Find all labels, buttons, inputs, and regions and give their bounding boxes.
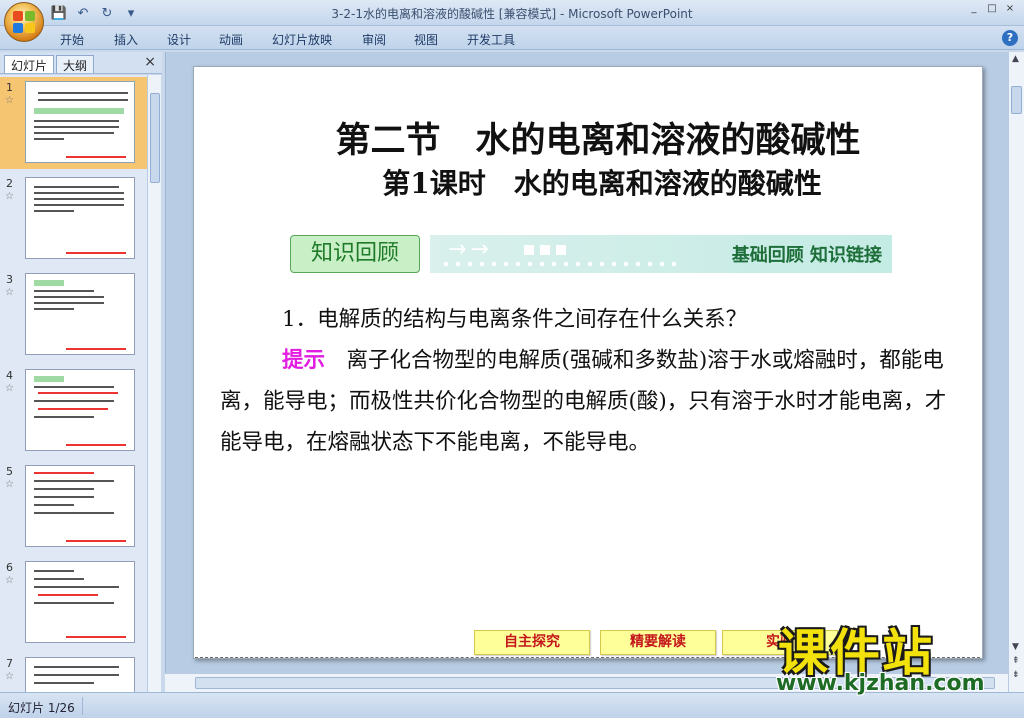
maximize-button[interactable]: □ bbox=[984, 2, 1000, 16]
close-pane-icon[interactable]: × bbox=[144, 54, 156, 70]
arrow-decoration-icon: →→ bbox=[448, 237, 493, 262]
scroll-up-icon[interactable]: ▲ bbox=[1012, 54, 1019, 64]
slide-counter: 幻灯片 1/26 bbox=[8, 701, 75, 715]
hint-text: 离子化合物型的电解质(强碱和多数盐)溶于水或熔融时，都能电离，能导电；而极性共价… bbox=[220, 348, 947, 455]
status-separator bbox=[82, 697, 83, 715]
slide-title: 第二节 水的电离和溶液的酸碱性 bbox=[335, 120, 861, 161]
tab-design[interactable]: 设计 bbox=[167, 31, 191, 48]
animation-star-icon: ☆ bbox=[5, 191, 14, 202]
slide-thumbnail-6[interactable]: 6 ☆ bbox=[0, 557, 147, 649]
next-slide-icon[interactable]: ⇟ bbox=[1012, 670, 1020, 680]
knowledge-review-label: 知识回顾 bbox=[290, 235, 420, 273]
slide-thumbnail-3[interactable]: 3 ☆ bbox=[0, 269, 147, 361]
editor-vertical-scrollbar[interactable]: ▲ ▼ ⇞ ⇟ bbox=[1008, 52, 1024, 692]
tab-animations[interactable]: 动画 bbox=[219, 31, 243, 48]
slides-pane-tabs: 幻灯片 大纲 × bbox=[0, 52, 162, 74]
close-button[interactable]: × bbox=[1002, 2, 1018, 16]
minimize-button[interactable]: _ bbox=[966, 2, 982, 16]
office-button[interactable] bbox=[4, 2, 44, 42]
key-points-button[interactable]: 精要解读 bbox=[600, 630, 716, 655]
animation-star-icon: ☆ bbox=[5, 287, 14, 298]
slide-preview bbox=[25, 465, 135, 547]
square-decoration-icon bbox=[524, 245, 566, 255]
slide-preview bbox=[25, 657, 135, 692]
slide-number: 6 bbox=[6, 561, 13, 574]
window-title: 3-2-1水的电离和溶液的酸碱性 [兼容模式] - Microsoft Powe… bbox=[331, 7, 693, 21]
self-study-button[interactable]: 自主探究 bbox=[474, 630, 590, 655]
tab-home[interactable]: 开始 bbox=[60, 31, 84, 48]
slide-number: 4 bbox=[6, 369, 13, 382]
slide-preview bbox=[25, 561, 135, 643]
tab-review[interactable]: 审阅 bbox=[362, 31, 386, 48]
question-text: 1．电解质的结构与电离条件之间存在什么关系？ bbox=[282, 307, 748, 332]
ribbon-tabs: 开始 插入 设计 动画 幻灯片放映 审阅 视图 开发工具 ? bbox=[0, 26, 1024, 50]
dot-decoration bbox=[440, 261, 680, 267]
slide-thumbnail-2[interactable]: 2 ☆ bbox=[0, 173, 147, 265]
hint-label: 提示 bbox=[282, 348, 326, 373]
tab-slideshow[interactable]: 幻灯片放映 bbox=[272, 31, 332, 48]
slide-number: 3 bbox=[6, 273, 13, 286]
slide-canvas[interactable]: 第二节 水的电离和溶液的酸碱性 第1课时 水的电离和溶液的酸碱性 知识回顾 →→… bbox=[193, 66, 983, 659]
tab-view[interactable]: 视图 bbox=[414, 31, 438, 48]
tab-slides[interactable]: 幻灯片 bbox=[4, 55, 55, 73]
slide-number: 5 bbox=[6, 465, 13, 478]
prev-slide-icon[interactable]: ⇞ bbox=[1012, 656, 1020, 666]
animation-star-icon: ☆ bbox=[5, 575, 14, 586]
slide-number: 1 bbox=[6, 81, 13, 94]
office-logo-icon bbox=[13, 11, 35, 33]
slide-preview bbox=[25, 273, 135, 355]
animation-star-icon: ☆ bbox=[5, 383, 14, 394]
animation-star-icon: ☆ bbox=[5, 95, 14, 106]
slide-preview bbox=[25, 177, 135, 259]
slide-preview bbox=[25, 81, 135, 163]
watermark-url: www.kjzhan.com bbox=[776, 671, 985, 696]
slide-thumbnail-5[interactable]: 5 ☆ bbox=[0, 461, 147, 553]
slide-body: 1．电解质的结构与电离条件之间存在什么关系？ 提示 离子化合物型的电解质(强碱和… bbox=[220, 299, 964, 463]
animation-star-icon: ☆ bbox=[5, 479, 14, 490]
slide-number: 2 bbox=[6, 177, 13, 190]
tab-developer[interactable]: 开发工具 bbox=[467, 31, 515, 48]
banner-caption: 基础回顾 知识链接 bbox=[731, 245, 882, 266]
watermark-logo: 课件站 www.kjzhan.com bbox=[772, 613, 1012, 696]
knowledge-review-banner: →→ 基础回顾 知识链接 bbox=[430, 235, 892, 273]
thumbnails-scrollbar[interactable] bbox=[147, 75, 161, 692]
scrollbar-thumb[interactable] bbox=[1011, 86, 1022, 114]
answer-paragraph: 提示 离子化合物型的电解质(强碱和多数盐)溶于水或熔融时，都能电离，能导电；而极… bbox=[220, 340, 964, 463]
scrollbar-thumb[interactable] bbox=[150, 93, 160, 183]
slide-thumbnail-7[interactable]: 7 ☆ bbox=[0, 653, 147, 692]
slide-thumbnail-4[interactable]: 4 ☆ bbox=[0, 365, 147, 457]
slide-thumbnail-1[interactable]: 1 ☆ bbox=[0, 77, 147, 169]
slide-preview bbox=[25, 369, 135, 451]
title-bar: 💾 ↶ ↻ ▾ 3-2-1水的电离和溶液的酸碱性 [兼容模式] - Micros… bbox=[0, 0, 1024, 26]
help-icon[interactable]: ? bbox=[1002, 30, 1018, 46]
slide-subtitle: 第1课时 水的电离和溶液的酸碱性 bbox=[382, 167, 822, 200]
slide-thumbnails: 1 ☆ 2 ☆ 3 ☆ 4 ☆ 5 ☆ 6 ☆ 7 ☆ bbox=[0, 75, 147, 692]
animation-star-icon: ☆ bbox=[5, 671, 14, 682]
slide-number: 7 bbox=[6, 657, 13, 670]
scroll-down-icon[interactable]: ▼ bbox=[1012, 642, 1019, 652]
tab-outline[interactable]: 大纲 bbox=[56, 55, 95, 73]
tab-insert[interactable]: 插入 bbox=[114, 31, 138, 48]
